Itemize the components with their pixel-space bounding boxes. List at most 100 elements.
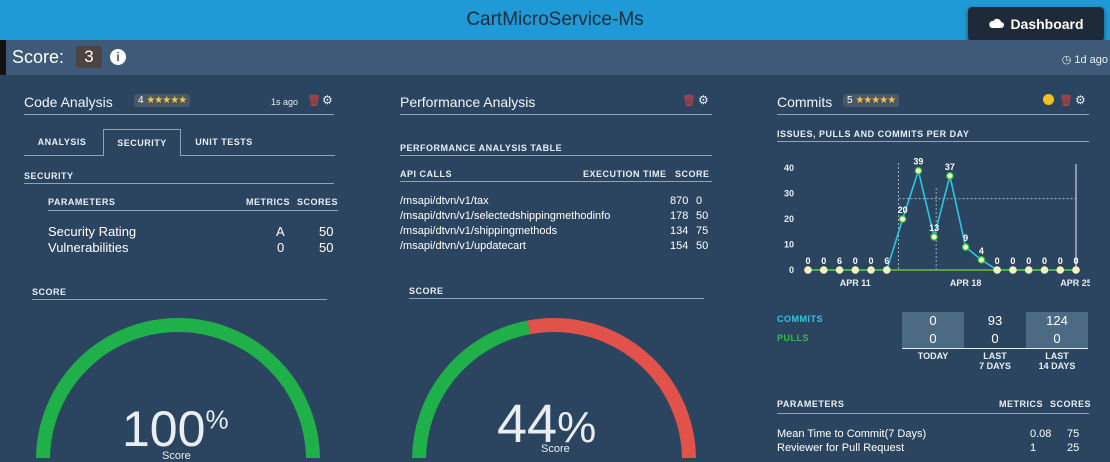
code-analysis-updated: 1s ago <box>271 97 299 107</box>
exec-time-value: 870 <box>670 195 689 207</box>
api-calls-header: API CALLS <box>400 169 453 179</box>
data-point <box>946 172 954 180</box>
x-tick-label: APR 11 <box>840 278 871 288</box>
data-label: 20 <box>898 205 908 215</box>
perf-table-title: PERFORMANCE ANALYSIS TABLE <box>400 143 563 153</box>
security-rating-label: Security Rating <box>48 224 137 239</box>
data-label: 6 <box>837 256 842 266</box>
data-label: 0 <box>995 256 1000 266</box>
divider <box>902 348 1088 349</box>
metrics-header: METRICS <box>246 197 290 207</box>
data-label: 0 <box>821 256 826 266</box>
security-rating-score: 50 <box>319 224 334 239</box>
exec-time-header: EXECUTION TIME <box>583 169 667 179</box>
perf-score-caption: Score <box>541 443 570 455</box>
data-label: 0 <box>1042 256 1047 266</box>
app-title: CartMicroService-Ms <box>466 9 644 30</box>
code-analysis-title: Code Analysis <box>24 94 113 110</box>
tab-security[interactable]: SECURITY <box>103 129 181 156</box>
tab-unit-tests[interactable]: UNIT TESTS <box>182 129 266 155</box>
label-last-7-days: LAST 7 DAYS <box>964 351 1026 371</box>
code-score-number: 100 <box>122 401 206 457</box>
api-score-value: 75 <box>696 225 709 237</box>
tab-underline <box>24 155 103 156</box>
data-point <box>851 266 860 274</box>
delete-icon[interactable]: 🗑 <box>1059 94 1073 107</box>
delete-icon[interactable]: 🗑 <box>682 94 696 107</box>
params-header: PARAMETERS <box>48 197 116 207</box>
divider <box>777 413 1089 414</box>
gear-icon[interactable]: ⚙ <box>698 93 709 107</box>
performance-title: Performance Analysis <box>400 94 536 110</box>
divider <box>48 210 338 211</box>
tab-underline <box>180 155 335 156</box>
dashboard-label: Dashboard <box>1010 16 1084 32</box>
commits-params-header: PARAMETERS <box>777 399 845 409</box>
data-label: 0 <box>1026 256 1031 266</box>
data-point <box>1009 266 1017 274</box>
pulls-last-7-days: 0 <box>991 331 999 346</box>
data-point <box>898 215 907 223</box>
label-today: TODAY <box>902 351 964 361</box>
gear-icon[interactable]: ⚙ <box>1075 93 1086 107</box>
divider <box>400 114 712 115</box>
code-score-label: SCORE <box>32 287 67 297</box>
data-point <box>883 266 891 274</box>
data-point <box>1040 266 1049 274</box>
exec-time-value: 134 <box>670 225 689 237</box>
data-label: 0 <box>1058 256 1063 266</box>
divider <box>409 298 704 299</box>
score-bar: Score: 3 i ◷ 1d ago <box>0 40 1110 75</box>
y-tick-label: 30 <box>784 189 794 199</box>
data-point <box>961 243 970 251</box>
exec-time-value: 178 <box>670 210 689 222</box>
dashboard-button[interactable]: Dashboard <box>968 7 1104 41</box>
reviewer-pull-metric: 1 <box>1030 442 1037 454</box>
divider <box>400 155 712 156</box>
score-updated: ◷ 1d ago <box>1061 54 1108 66</box>
api-call-path: /msapi/dtvn/v1/tax <box>400 195 489 207</box>
reviewer-pull-label: Reviewer for Pull Request <box>777 442 905 454</box>
divider <box>24 114 334 115</box>
data-label: 0 <box>805 256 810 266</box>
star-icon: ★★★★★ <box>146 95 187 106</box>
commits-title: Commits <box>777 94 833 110</box>
divider <box>24 183 334 184</box>
code-score-suffix: % <box>205 404 229 435</box>
data-point <box>930 233 938 241</box>
api-call-path: /msapi/dtvn/v1/updatecart <box>400 240 526 252</box>
label-last-14-days: LAST 14 DAYS <box>1026 351 1088 371</box>
status-dot-icon <box>1043 94 1054 105</box>
label-last-14-line1: LAST <box>1045 351 1069 361</box>
star-icon: ★★★★★ <box>855 95 896 106</box>
commits-rating: 5 <box>847 95 853 106</box>
perf-score-label: SCORE <box>409 286 444 296</box>
y-tick-label: 10 <box>784 240 794 250</box>
y-tick-label: 0 <box>789 265 794 275</box>
info-icon[interactable]: i <box>110 49 126 65</box>
data-label: 0 <box>853 256 858 266</box>
vulnerabilities-score: 50 <box>319 240 334 255</box>
data-point <box>835 266 844 274</box>
data-point <box>914 166 923 175</box>
mean-time-commit-metric: 0.08 <box>1030 428 1052 440</box>
mean-time-commit-score: 75 <box>1067 428 1080 440</box>
delete-icon[interactable]: 🗑 <box>307 94 321 107</box>
divider <box>400 181 712 182</box>
data-point <box>977 256 986 264</box>
vulnerabilities-metric: 0 <box>277 240 285 255</box>
tab-analysis[interactable]: ANALYSIS <box>24 129 100 155</box>
data-point <box>819 266 828 274</box>
gear-icon[interactable]: ⚙ <box>322 93 333 107</box>
data-label: 37 <box>945 162 955 172</box>
data-label: 0 <box>1010 256 1015 266</box>
commits-today: 0 <box>902 312 964 330</box>
series-line-commits <box>808 167 1076 271</box>
data-point <box>804 266 812 274</box>
label-last-14-line2: 14 DAYS <box>1038 361 1076 371</box>
y-tick-label: 40 <box>784 163 794 173</box>
api-call-path: /msapi/dtvn/v1/shippingmethods <box>400 225 558 237</box>
divider <box>32 299 327 300</box>
divider <box>777 141 1089 142</box>
data-label: 4 <box>979 246 984 256</box>
